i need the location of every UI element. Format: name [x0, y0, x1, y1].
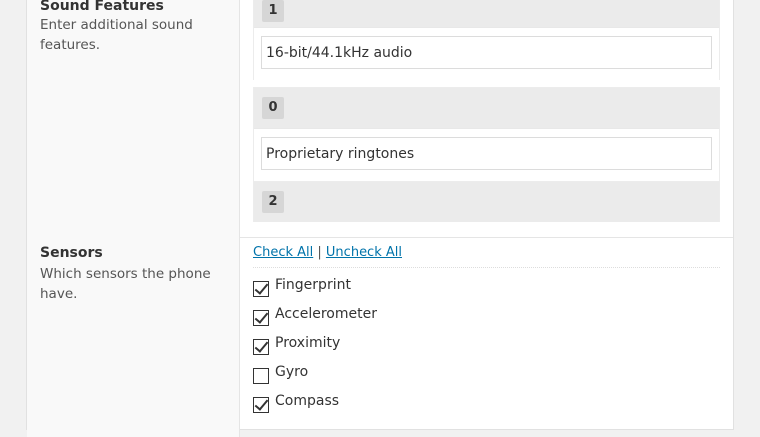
repeater-item-body — [254, 27, 719, 82]
checkbox-label[interactable]: Accelerometer — [275, 306, 377, 322]
repeater-item-2: 0 — [253, 87, 720, 183]
check-links: Check All | Uncheck All — [253, 245, 402, 260]
repeater-index-badge: 0 — [262, 97, 284, 119]
check-all-link[interactable]: Check All — [253, 245, 313, 260]
repeater-index-badge: 1 — [262, 0, 284, 22]
checkbox[interactable] — [253, 339, 269, 355]
sensors-description: Which sensors the phone have. — [40, 266, 211, 302]
repeater-item-header[interactable]: 0 — [254, 88, 719, 128]
checkbox[interactable] — [253, 281, 269, 297]
sensors-row: Sensors Which sensors the phone have. Ch… — [27, 237, 733, 437]
checkbox-label[interactable]: Gyro — [275, 364, 308, 380]
sound-feature-input[interactable] — [261, 137, 712, 170]
sound-feature-input[interactable] — [261, 36, 712, 69]
divider — [253, 267, 720, 268]
checkbox[interactable] — [253, 368, 269, 384]
checkbox-label[interactable]: Proximity — [275, 335, 340, 351]
sound-features-label-col: Sound Features Enter additional sound fe… — [27, 0, 240, 237]
sensors-label-col: Sensors Which sensors the phone have. — [27, 237, 240, 437]
link-separator: | — [317, 245, 322, 260]
repeater-item-body — [254, 128, 719, 183]
sound-features-title: Sound Features — [40, 0, 164, 14]
sound-features-row: Sound Features Enter additional sound fe… — [27, 0, 733, 238]
repeater-item-1: 1 — [253, 0, 720, 82]
repeater-item-3: 2 — [253, 181, 720, 222]
settings-panel: Sound Features Enter additional sound fe… — [26, 0, 734, 437]
repeater-item-header[interactable]: 1 — [254, 0, 719, 27]
checkbox[interactable] — [253, 310, 269, 326]
repeater-item-header[interactable]: 2 — [254, 182, 719, 222]
sensors-title: Sensors — [40, 245, 103, 261]
sound-features-description: Enter additional sound features. — [40, 17, 193, 53]
checkbox-label[interactable]: Compass — [275, 393, 339, 409]
uncheck-all-link[interactable]: Uncheck All — [326, 245, 402, 260]
checkbox[interactable] — [253, 397, 269, 413]
repeater-index-badge: 2 — [262, 191, 284, 213]
checkbox-label[interactable]: Fingerprint — [275, 277, 351, 293]
